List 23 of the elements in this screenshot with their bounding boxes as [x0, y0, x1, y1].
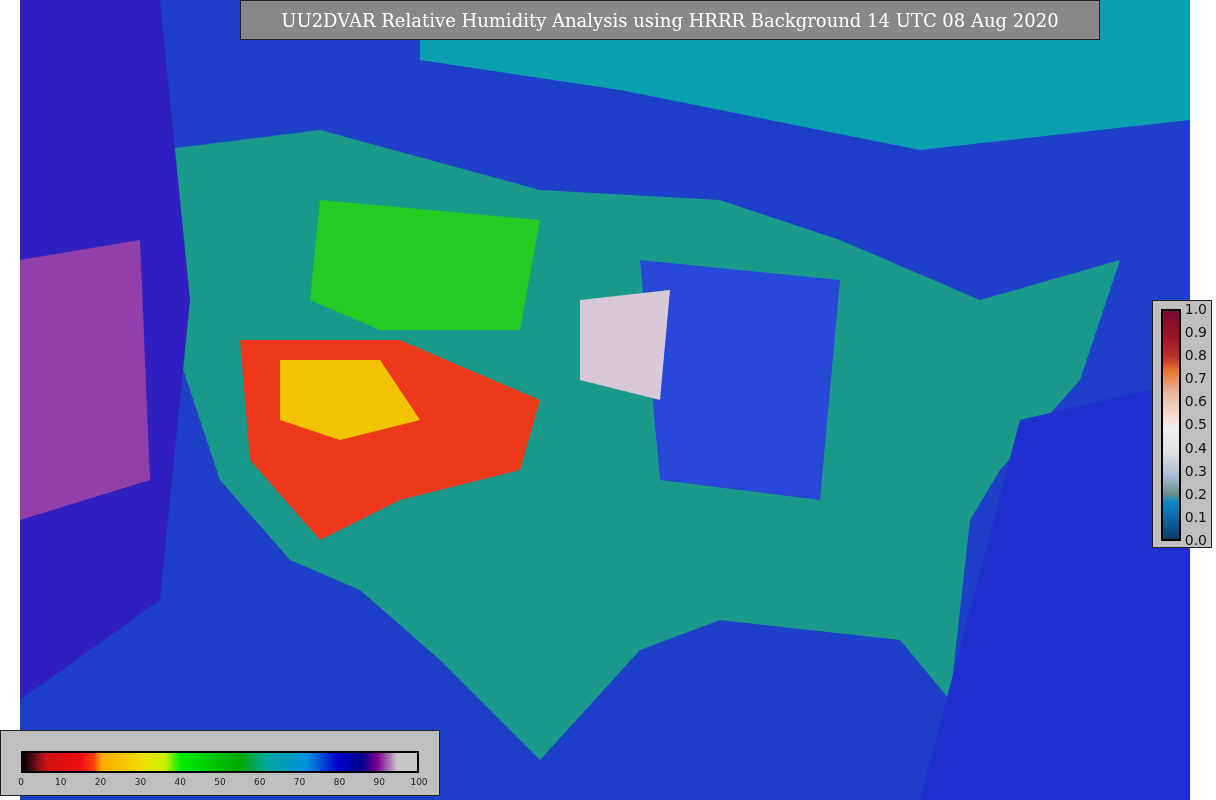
colorbar-tick-label: 50: [214, 777, 226, 787]
colorbar-tick-label: 70: [293, 777, 306, 787]
colorbar-tick-label: 100: [410, 777, 428, 787]
colorbar-tick-label: 30: [134, 777, 147, 787]
colorbar-tick-label: 90: [373, 777, 385, 787]
colorbar-tick-label: 0: [18, 777, 24, 787]
colorbar-tick-label: 1.0: [1184, 301, 1207, 317]
colorbar-tick-label: 0.3: [1184, 462, 1207, 479]
colorbar-tick-label: 40: [174, 777, 186, 787]
colorbar-tick-label: 60: [254, 777, 266, 787]
colorbar-tick-label: 0.2: [1184, 485, 1207, 502]
colorbar-tick-label: 0.5: [1184, 416, 1207, 433]
colorbar-tick-label: 0.7: [1184, 370, 1207, 387]
colorbar-tick-label: 80: [333, 777, 346, 787]
colorbar-tick-label: 0.4: [1184, 439, 1207, 456]
colorbar-tick-label: 0.9: [1184, 324, 1207, 341]
map-title: UU2DVAR Relative Humidity Analysis using HRRR Background 14 UTC 08 Aug 2020: [240, 0, 1100, 40]
colorbar-tick-label: 0.1: [1184, 508, 1207, 525]
colorbar-tick-label: 0.0: [1184, 531, 1207, 548]
colorbar-tick-label: 0.8: [1184, 347, 1207, 364]
colorbar-tick-label: 0.6: [1184, 393, 1207, 410]
colorbar-tick-label: 10: [55, 777, 67, 787]
colorbar-tick-label: 20: [94, 777, 107, 787]
